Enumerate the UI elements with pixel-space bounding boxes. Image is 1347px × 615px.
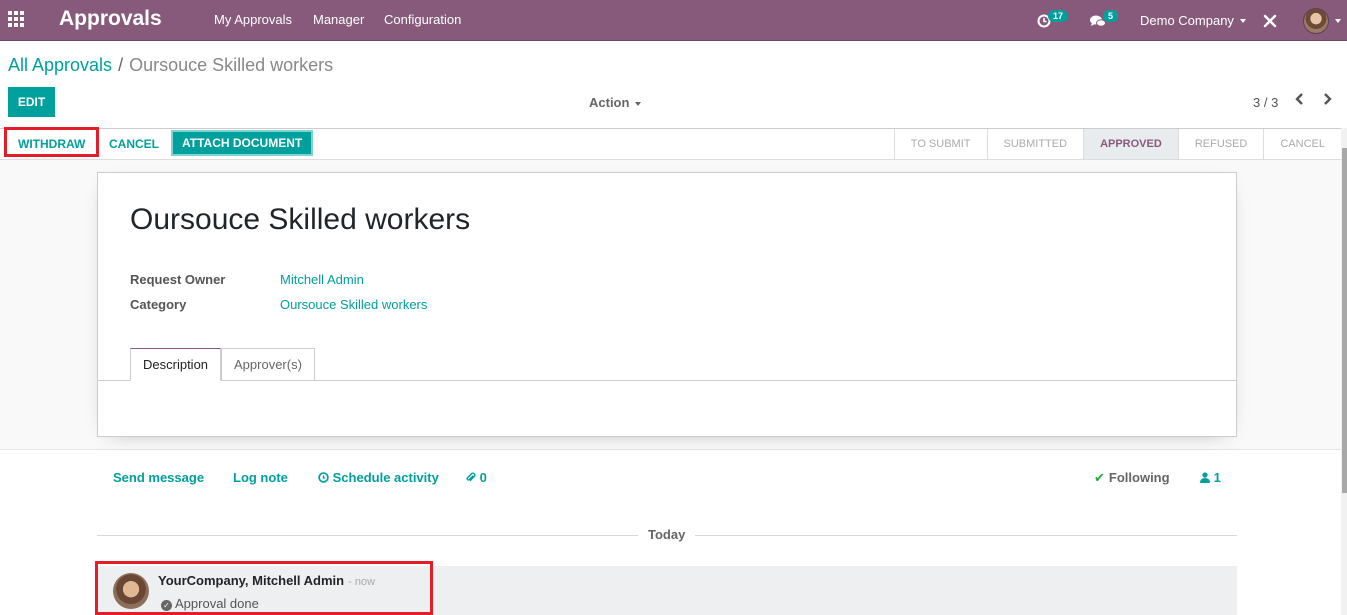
category-label: Category xyxy=(130,297,187,312)
user-icon xyxy=(1200,472,1210,483)
message-text: Approval done xyxy=(175,596,259,611)
menu-my-approvals[interactable]: My Approvals xyxy=(214,12,292,27)
stage-pipeline: TO SUBMIT SUBMITTED APPROVED REFUSED CAN… xyxy=(893,129,1341,159)
action-label: Action xyxy=(589,95,630,110)
message-body: ✓ Approval done xyxy=(161,596,259,611)
user-menu[interactable] xyxy=(1303,0,1341,41)
attachments-count: 0 xyxy=(479,470,487,485)
activity-count-badge: 17 xyxy=(1048,9,1069,22)
paperclip-icon xyxy=(466,472,476,482)
cancel-button[interactable]: CANCEL xyxy=(109,129,159,159)
stage-to-submit[interactable]: TO SUBMIT xyxy=(893,129,987,159)
menu-configuration[interactable]: Configuration xyxy=(384,12,461,27)
request-owner-value[interactable]: Mitchell Admin xyxy=(280,272,364,287)
message-author-name[interactable]: YourCompany, Mitchell Admin xyxy=(158,573,344,588)
action-dropdown[interactable]: Action xyxy=(589,95,642,110)
form-sheet: Oursouce Skilled workers Request Owner M… xyxy=(97,172,1237,437)
breadcrumb-all-approvals[interactable]: All Approvals xyxy=(8,55,112,75)
message-author-avatar[interactable] xyxy=(113,573,149,609)
following-button[interactable]: ✔ Following xyxy=(1094,470,1170,486)
debug-tools-button[interactable] xyxy=(1263,0,1277,41)
check-icon: ✔ xyxy=(1094,470,1105,485)
following-label: Following xyxy=(1108,470,1170,485)
followers-button[interactable]: 1 xyxy=(1200,470,1221,485)
stage-cancel[interactable]: CANCEL xyxy=(1263,129,1341,159)
user-avatar xyxy=(1303,7,1329,34)
stage-refused[interactable]: REFUSED xyxy=(1177,129,1264,159)
menu-manager[interactable]: Manager xyxy=(313,12,364,27)
pager-next-button[interactable] xyxy=(1321,92,1333,110)
followers-count: 1 xyxy=(1213,470,1221,485)
request-owner-label: Request Owner xyxy=(130,272,226,287)
notebook-tabs: Description Approver(s) xyxy=(98,348,1236,381)
tab-approvers[interactable]: Approver(s) xyxy=(221,348,315,381)
log-note-button[interactable]: Log note xyxy=(233,470,288,485)
message-date: - now xyxy=(348,576,376,588)
scrollbar-thumb[interactable] xyxy=(1342,148,1347,493)
company-name: Demo Company xyxy=(1140,13,1234,28)
breadcrumb-current: Oursouce Skilled workers xyxy=(129,55,334,75)
pager-previous-button[interactable] xyxy=(1294,92,1306,110)
breadcrumb-separator: / xyxy=(118,55,124,75)
caret-down-icon xyxy=(1239,18,1246,23)
stage-approved[interactable]: APPROVED xyxy=(1083,129,1178,159)
edit-button[interactable]: EDIT xyxy=(8,87,55,117)
stage-submitted[interactable]: SUBMITTED xyxy=(986,129,1084,159)
clock-icon xyxy=(318,472,329,483)
caret-down-icon xyxy=(635,101,642,106)
request-title: Oursouce Skilled workers xyxy=(130,203,471,236)
top-navbar: Approvals My Approvals Manager Configura… xyxy=(0,0,1347,41)
activity-menu[interactable]: 17 xyxy=(1037,0,1069,41)
app-name: Approvals xyxy=(59,7,162,30)
messaging-menu[interactable]: 5 xyxy=(1090,0,1119,41)
chevron-right-icon xyxy=(1324,93,1332,105)
send-message-button[interactable]: Send message xyxy=(113,470,204,485)
check-circle-icon: ✓ xyxy=(161,600,172,611)
chevron-left-icon xyxy=(1295,93,1303,105)
tools-icon xyxy=(1263,14,1277,27)
schedule-activity-button[interactable]: Schedule activity xyxy=(318,470,439,485)
message-author: YourCompany, Mitchell Admin - now xyxy=(158,573,375,588)
breadcrumb: All Approvals / Oursouce Skilled workers xyxy=(8,55,333,76)
tab-description[interactable]: Description xyxy=(130,348,222,381)
company-switcher[interactable]: Demo Company xyxy=(1140,0,1246,41)
withdraw-button[interactable]: WITHDRAW xyxy=(18,129,85,159)
category-value[interactable]: Oursouce Skilled workers xyxy=(280,297,427,312)
pager-value[interactable]: 3 / 3 xyxy=(1253,95,1278,110)
chatter-message: YourCompany, Mitchell Admin - now ✓ Approv… xyxy=(97,566,1237,615)
message-count-badge: 5 xyxy=(1103,9,1119,22)
date-separator-label: Today xyxy=(638,527,696,542)
apps-grid-icon[interactable] xyxy=(8,11,26,27)
schedule-activity-label: Schedule activity xyxy=(332,470,439,485)
attachments-button[interactable]: 0 xyxy=(465,470,487,485)
caret-down-icon xyxy=(1335,18,1341,23)
attach-document-button[interactable]: ATTACH DOCUMENT xyxy=(171,130,314,156)
form-statusbar: WITHDRAW CANCEL ATTACH DOCUMENT TO SUBMI… xyxy=(0,128,1341,160)
